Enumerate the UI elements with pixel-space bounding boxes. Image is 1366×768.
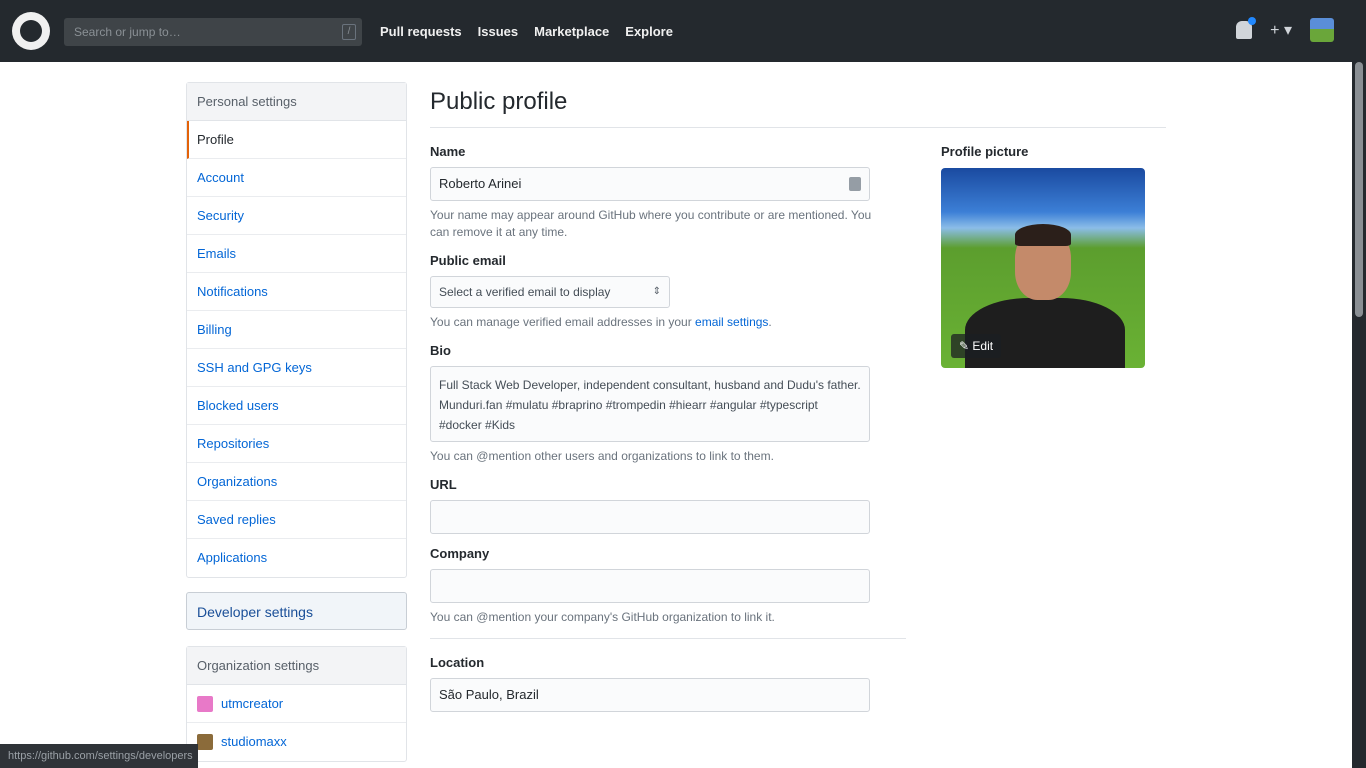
- sidebar-item-billing[interactable]: Billing: [187, 311, 406, 349]
- location-input[interactable]: São Paulo, Brazil: [430, 678, 870, 712]
- profile-form: Name Roberto Arinei Your name may appear…: [430, 144, 906, 724]
- select-caret-icon: ⇕: [652, 286, 661, 297]
- org-label: utmcreator: [221, 695, 284, 711]
- org-avatar-icon: [197, 695, 213, 712]
- profile-picture-image: ✎ Edit: [941, 168, 1145, 368]
- location-label: Location: [430, 655, 485, 670]
- top-navigation-bar: Search or jump to… / Pull requests Issue…: [0, 0, 1366, 62]
- company-help-text: You can @mention your company's GitHub o…: [430, 610, 775, 624]
- org-avatar-icon: [197, 734, 213, 750]
- organization-settings-menu: Organization settings utmcreator studiom…: [186, 646, 407, 762]
- sidebar-item-account[interactable]: Account: [187, 159, 406, 197]
- public-email-label: Public email: [430, 253, 506, 268]
- email-settings-link[interactable]: email settings: [695, 315, 768, 329]
- sidebar-item-profile[interactable]: Profile: [187, 121, 406, 159]
- sidebar-item-org[interactable]: studiomaxx: [187, 723, 406, 761]
- sidebar-item-security[interactable]: Security: [187, 197, 406, 235]
- bio-field-group: Bio Full Stack Web Developer, independen…: [430, 343, 872, 465]
- developer-settings-link[interactable]: Developer settings: [186, 592, 407, 630]
- nav-issues[interactable]: Issues: [478, 24, 518, 39]
- sidebar-item-repositories[interactable]: Repositories: [187, 425, 406, 463]
- create-new-plus-icon[interactable]: + ▾: [1270, 20, 1292, 40]
- github-logo-icon[interactable]: [12, 12, 50, 50]
- bio-label: Bio: [430, 343, 451, 358]
- sidebar-item-saved-replies[interactable]: Saved replies: [187, 501, 406, 539]
- user-avatar-menu[interactable]: [1310, 18, 1334, 42]
- bio-textarea[interactable]: Full Stack Web Developer, independent co…: [430, 366, 870, 442]
- sidebar-item-blocked-users[interactable]: Blocked users: [187, 387, 406, 425]
- public-email-select[interactable]: Select a verified email to display ⇕: [430, 276, 670, 308]
- form-divider: [430, 638, 906, 639]
- browser-status-bar: https://github.com/settings/developers: [0, 744, 198, 768]
- sidebar-item-notifications[interactable]: Notifications: [187, 273, 406, 311]
- search-placeholder: Search or jump to…: [74, 25, 181, 39]
- top-right-actions: + ▾: [1236, 17, 1334, 42]
- org-label: studiomaxx: [221, 734, 287, 749]
- name-field-group: Name Roberto Arinei Your name may appear…: [430, 144, 872, 241]
- scrollbar-thumb[interactable]: [1355, 62, 1363, 317]
- name-help-text: Your name may appear around GitHub where…: [430, 208, 872, 239]
- chevron-down-icon: ▾: [1283, 22, 1292, 39]
- vertical-scrollbar[interactable]: [1352, 62, 1366, 768]
- github-logo-inner: [20, 20, 42, 42]
- public-email-field-group: Public email Select a verified email to …: [430, 253, 872, 331]
- company-field-group: Company You can @mention your company's …: [430, 546, 872, 626]
- notifications-bell-icon[interactable]: [1236, 17, 1257, 39]
- nav-explore[interactable]: Explore: [625, 24, 673, 39]
- photo-person-hair: [1015, 224, 1071, 246]
- search-input[interactable]: Search or jump to… /: [64, 18, 362, 46]
- edit-picture-button[interactable]: ✎ Edit: [951, 334, 1002, 358]
- location-field-group: Location São Paulo, Brazil: [430, 655, 872, 712]
- personal-settings-menu: Personal settings Profile Account Securi…: [186, 82, 407, 578]
- url-label: URL: [430, 477, 457, 492]
- url-field-group: URL: [430, 477, 872, 534]
- unread-dot-icon: [1248, 17, 1257, 25]
- sidebar-item-applications[interactable]: Applications: [187, 539, 406, 577]
- email-note-prefix: You can manage verified email addresses …: [430, 315, 696, 329]
- email-note-suffix: .: [768, 315, 772, 329]
- page-title: Public profile: [430, 82, 1166, 128]
- settings-sidebar: Personal settings Profile Account Securi…: [186, 82, 407, 762]
- organization-settings-header: Organization settings: [187, 647, 406, 685]
- plus-glyph: +: [1270, 22, 1280, 39]
- sidebar-item-org[interactable]: utmcreator: [187, 685, 406, 723]
- name-input[interactable]: Roberto Arinei: [430, 167, 870, 201]
- sidebar-item-emails[interactable]: Emails: [187, 235, 406, 273]
- public-profile-main: Public profile Name Roberto Arinei Your …: [430, 82, 1166, 712]
- nav-marketplace[interactable]: Marketplace: [534, 24, 609, 39]
- profile-picture-label: Profile picture: [941, 144, 1029, 159]
- company-input[interactable]: [430, 569, 870, 603]
- public-email-help-text: You can manage verified email addresses …: [430, 314, 872, 331]
- sidebar-item-organizations[interactable]: Organizations: [187, 463, 406, 501]
- autofill-contact-icon[interactable]: [849, 177, 861, 191]
- primary-nav: Pull requests Issues Marketplace Explore: [380, 24, 673, 39]
- company-label: Company: [430, 546, 490, 561]
- sidebar-item-ssh-gpg-keys[interactable]: SSH and GPG keys: [187, 349, 406, 387]
- search-shortcut-key: /: [342, 24, 356, 40]
- public-email-selected: Select a verified email to display: [439, 285, 611, 299]
- bio-help-text: You can @mention other users and organiz…: [430, 449, 774, 463]
- profile-picture-section: Profile picture ✎ Edit: [941, 144, 1147, 368]
- url-input[interactable]: [430, 500, 870, 534]
- personal-settings-header: Personal settings: [187, 83, 406, 121]
- name-value: Roberto Arinei: [439, 176, 522, 191]
- name-label: Name: [430, 144, 466, 159]
- nav-pull-requests[interactable]: Pull requests: [380, 24, 462, 39]
